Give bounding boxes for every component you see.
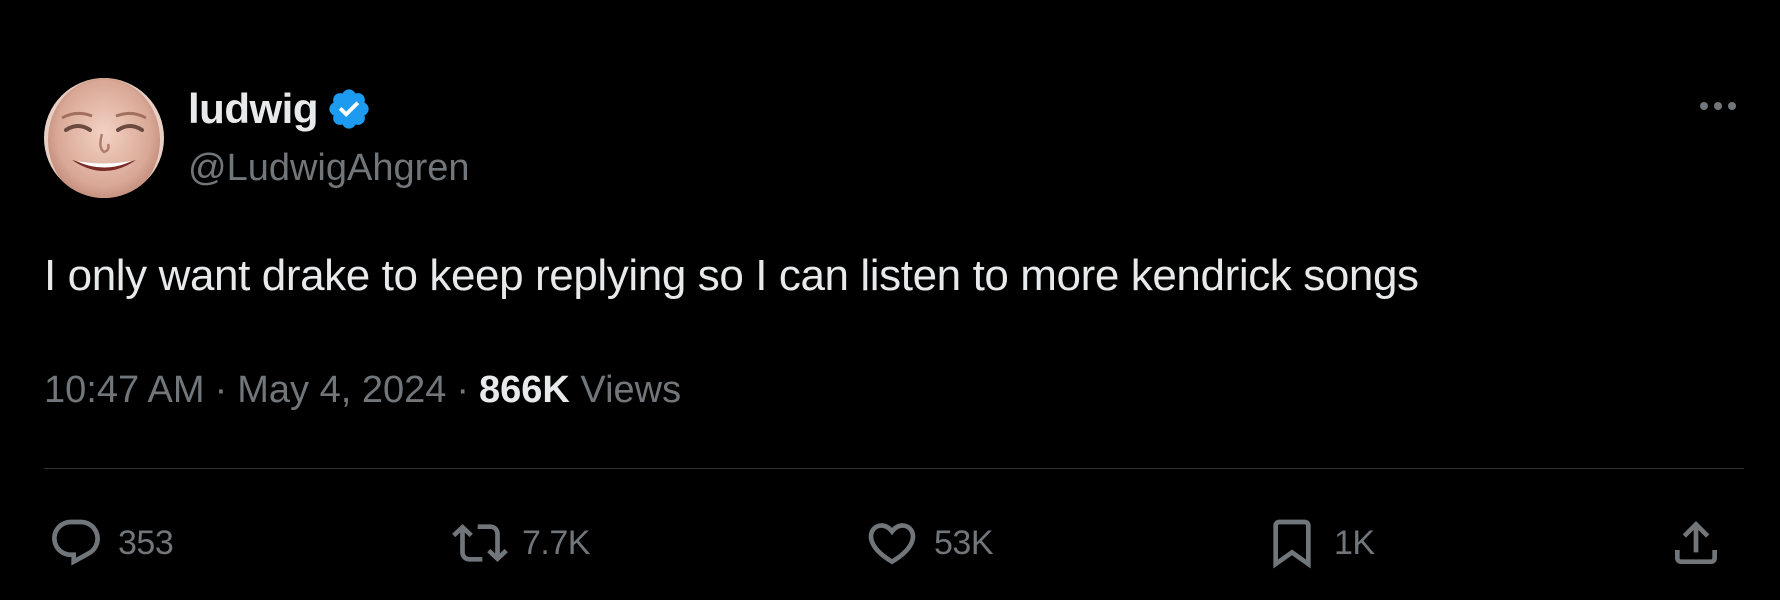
action-bar: 353 7.7K 53K 1K [0,508,1780,578]
avatar[interactable] [44,78,164,198]
meta-separator: · [456,369,470,411]
tweet-text: I only want drake to keep replying so I … [44,251,1419,300]
repost-button[interactable]: 7.7K [452,508,590,578]
share-icon [1675,521,1717,564]
views-label[interactable]: Views [580,369,681,411]
bookmark-count: 1K [1334,523,1375,562]
repost-count: 7.7K [522,523,590,562]
reply-count: 353 [118,523,174,562]
reply-button[interactable]: 353 [48,508,174,578]
tweet-date[interactable]: May 4, 2024 [237,369,446,411]
heart-icon [868,523,916,565]
avatar-image [44,78,164,198]
display-name[interactable]: ludwig [188,84,318,134]
like-count: 53K [934,523,994,562]
author-name-row: ludwig [188,84,372,134]
more-options-button[interactable] [1688,88,1748,124]
bookmark-button[interactable]: 1K [1264,508,1375,578]
meta-separator: · [214,369,228,411]
views-count[interactable]: 866K [479,369,570,411]
author-handle[interactable]: @LudwigAhgren [188,144,470,192]
tweet: ludwig @LudwigAhgren I only want drake t… [0,0,1780,600]
like-button[interactable]: 53K [864,508,994,578]
verified-badge-icon[interactable] [326,86,372,132]
repost-icon [452,524,508,562]
more-icon [1700,102,1736,110]
share-button[interactable] [1668,508,1724,578]
bookmark-icon [1273,519,1311,569]
tweet-meta: 10:47 AM · May 4, 2024 · 866K Views [44,365,681,415]
tweet-time[interactable]: 10:47 AM [44,369,205,411]
divider [44,468,1744,469]
reply-icon [52,519,100,566]
